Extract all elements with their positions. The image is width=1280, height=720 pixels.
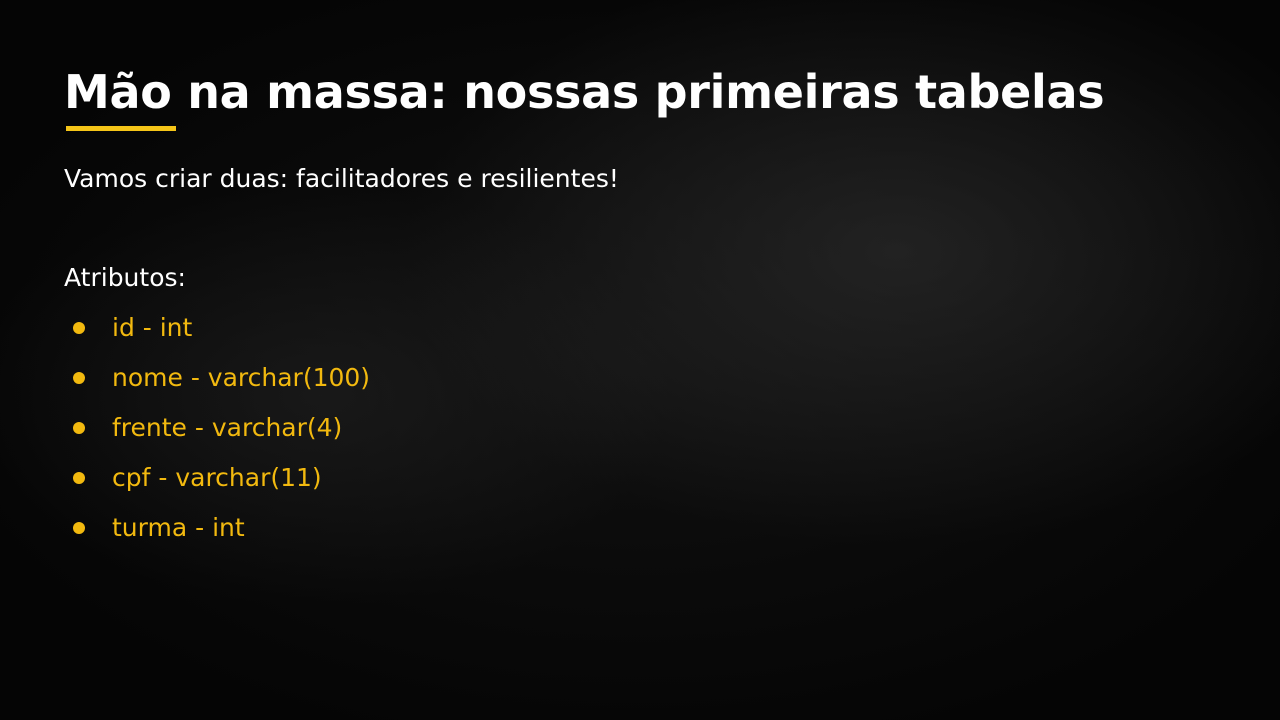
bullet-icon [73,522,85,534]
attribute-text: turma - int [112,513,245,542]
attribute-text: cpf - varchar(11) [112,463,322,492]
bullet-icon [73,472,85,484]
slide-subtitle: Vamos criar duas: facilitadores e resili… [64,164,619,193]
attribute-text: nome - varchar(100) [112,363,371,392]
attributes-heading: Atributos: [64,263,186,292]
slide: Mão na massa: nossas primeiras tabelas V… [0,0,1280,720]
bullet-icon [73,322,85,334]
title-underline [66,126,176,131]
slide-title: Mão na massa: nossas primeiras tabelas [64,65,1105,119]
bullet-icon [73,372,85,384]
attribute-text: id - int [112,313,193,342]
bullet-icon [73,422,85,434]
attribute-text: frente - varchar(4) [112,413,343,442]
